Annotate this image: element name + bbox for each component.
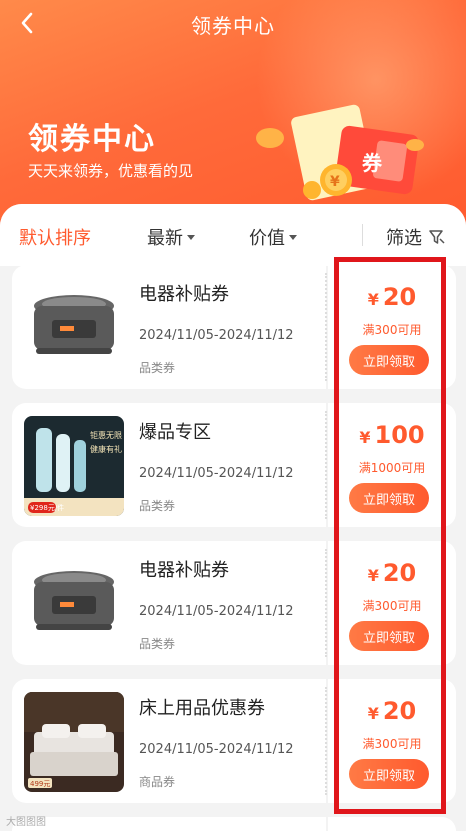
page-title: 领券中心 bbox=[191, 13, 275, 38]
coupon-info: 电器补贴券 2024/11/05-2024/11/12 品类券 bbox=[12, 541, 326, 665]
watermark: 大图图图 bbox=[6, 817, 46, 828]
coupon-value: ¥20 满300可用 立即领取 bbox=[328, 541, 456, 665]
coupon-card: 电器补贴券 2024/11/05-2024/11/12 品类券 ¥20 满300… bbox=[12, 265, 456, 389]
product-image: 499元 bbox=[24, 692, 124, 792]
coupon-value: ¥20 满300可用 立即领取 bbox=[328, 679, 456, 803]
coupon-condition: 满300可用 bbox=[362, 323, 422, 337]
claim-button[interactable]: 立即领取 bbox=[349, 483, 429, 513]
coupon-title: 爆品专区 bbox=[139, 422, 211, 443]
card-divider bbox=[325, 273, 327, 381]
coupon-amount: ¥20 bbox=[367, 283, 417, 311]
caret-down-icon bbox=[187, 234, 195, 240]
coupon-title: 床上用品优惠券 bbox=[139, 698, 265, 719]
bedding-image: 499元 bbox=[24, 692, 124, 792]
card-divider bbox=[325, 687, 327, 795]
coupon-value bbox=[328, 817, 456, 831]
coupon-date: 2024/11/05-2024/11/12 bbox=[139, 466, 294, 481]
sort-value-tab[interactable]: 价值 bbox=[249, 224, 297, 250]
coupon-info: 钜惠无限 健康有礼 ¥298元/件 爆品专区 2024/11/05-2024/1… bbox=[12, 403, 326, 527]
coupon-type: 品类券 bbox=[139, 361, 176, 375]
sort-newest-label: 最新 bbox=[147, 228, 183, 249]
coupon-card-partial bbox=[12, 817, 456, 831]
coupon-value: ¥100 满1000可用 立即领取 bbox=[328, 403, 456, 527]
svg-text:¥298元/件: ¥298元/件 bbox=[30, 503, 64, 512]
coupon-condition: 满1000可用 bbox=[358, 461, 426, 475]
coupon-title: 电器补贴券 bbox=[139, 560, 229, 581]
sort-value-label: 价值 bbox=[249, 228, 285, 249]
hero-subtitle: 天天来领券，优惠看的见 bbox=[28, 162, 194, 180]
coupon-amount: ¥20 bbox=[367, 559, 417, 587]
sort-newest-tab[interactable]: 最新 bbox=[147, 224, 195, 250]
thermos-image: 钜惠无限 健康有礼 ¥298元/件 bbox=[24, 416, 124, 516]
svg-text:券: 券 bbox=[361, 151, 383, 175]
svg-text:钜惠无限: 钜惠无限 bbox=[90, 430, 122, 440]
sort-divider bbox=[362, 224, 363, 246]
claim-button[interactable]: 立即领取 bbox=[349, 345, 429, 375]
coupon-info: 电器补贴券 2024/11/05-2024/11/12 品类券 bbox=[12, 265, 326, 389]
coupon-amount: ¥100 bbox=[359, 421, 425, 449]
claim-button[interactable]: 立即领取 bbox=[349, 759, 429, 789]
back-button[interactable] bbox=[14, 10, 40, 36]
coupon-title: 电器补贴券 bbox=[139, 284, 229, 305]
product-image bbox=[24, 554, 124, 654]
nav-bar: 领券中心 bbox=[0, 0, 466, 48]
coupon-card: 电器补贴券 2024/11/05-2024/11/12 品类券 ¥20 满300… bbox=[12, 541, 456, 665]
coupon-type: 品类券 bbox=[139, 637, 176, 651]
coupon-condition: 满300可用 bbox=[362, 599, 422, 613]
filter-label: 筛选 bbox=[386, 228, 422, 249]
hero-title: 领券中心 bbox=[28, 122, 156, 157]
rice-cooker-image bbox=[24, 554, 124, 654]
product-image: 钜惠无限 健康有礼 ¥298元/件 bbox=[24, 416, 124, 516]
chevron-left-icon bbox=[21, 12, 33, 34]
coupon-value: ¥20 满300可用 立即领取 bbox=[328, 265, 456, 389]
coupon-info bbox=[12, 817, 326, 831]
svg-text:¥: ¥ bbox=[330, 174, 340, 190]
coupon-condition: 满300可用 bbox=[362, 737, 422, 751]
coupon-amount: ¥20 bbox=[367, 697, 417, 725]
coupon-type: 商品券 bbox=[139, 775, 176, 789]
card-divider bbox=[325, 549, 327, 657]
svg-text:健康有礼: 健康有礼 bbox=[90, 444, 122, 454]
coupon-info: 499元 床上用品优惠券 2024/11/05-2024/11/12 商品券 bbox=[12, 679, 326, 803]
coupon-type: 品类券 bbox=[139, 499, 176, 513]
coupon-illustration: 券 ¥ bbox=[256, 104, 424, 201]
card-divider bbox=[325, 411, 327, 519]
coupon-date: 2024/11/05-2024/11/12 bbox=[139, 604, 294, 619]
svg-text:499元: 499元 bbox=[30, 780, 50, 788]
filter-button[interactable]: 筛选 bbox=[386, 224, 446, 250]
sort-bar: 默认排序 最新 价值 筛选 bbox=[0, 204, 466, 266]
coupon-card: 钜惠无限 健康有礼 ¥298元/件 爆品专区 2024/11/05-2024/1… bbox=[12, 403, 456, 527]
coupon-date: 2024/11/05-2024/11/12 bbox=[139, 742, 294, 757]
filter-icon bbox=[429, 230, 445, 244]
claim-button[interactable]: 立即领取 bbox=[349, 621, 429, 651]
product-image bbox=[24, 278, 124, 378]
coupon-date: 2024/11/05-2024/11/12 bbox=[139, 328, 294, 343]
caret-down-icon bbox=[289, 234, 297, 240]
rice-cooker-image bbox=[24, 278, 124, 378]
coupon-card: 499元 床上用品优惠券 2024/11/05-2024/11/12 商品券 ¥… bbox=[12, 679, 456, 803]
sort-default-tab[interactable]: 默认排序 bbox=[19, 224, 91, 250]
sort-default-label: 默认排序 bbox=[19, 228, 91, 249]
